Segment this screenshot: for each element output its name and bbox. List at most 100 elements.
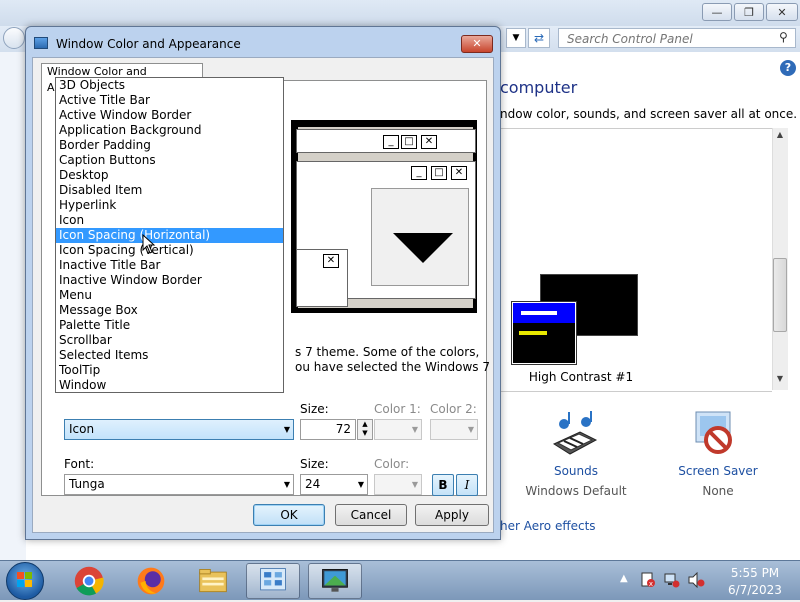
dropdown-item[interactable]: Active Title Bar <box>56 93 283 108</box>
screen-saver-icon[interactable] <box>690 408 742 460</box>
clock-time[interactable]: 5:55 PM <box>720 566 790 580</box>
italic-button[interactable]: I <box>456 474 478 496</box>
dropdown-item[interactable]: Inactive Window Border <box>56 273 283 288</box>
taskbar-explorer[interactable] <box>186 563 240 599</box>
taskbar-firefox[interactable] <box>124 563 178 599</box>
dropdown-item[interactable]: Desktop <box>56 168 283 183</box>
clock-date[interactable]: 6/7/2023 <box>720 583 790 597</box>
start-button[interactable] <box>6 562 44 600</box>
search-box[interactable]: ⚲ <box>558 28 796 48</box>
dropdown-item[interactable]: Active Window Border <box>56 108 283 123</box>
preview-maximize-icon: □ <box>401 135 417 149</box>
cancel-button[interactable]: Cancel <box>335 504 407 526</box>
help-icon[interactable]: ? <box>780 60 796 76</box>
preview-minimize-icon: _ <box>411 166 427 180</box>
taskbar-display-settings[interactable] <box>308 563 362 599</box>
dropdown-item[interactable]: Selected Items <box>56 348 283 363</box>
font-select-value: Tunga <box>69 477 105 491</box>
preview-inactive-window: _ □ ✕ <box>296 129 476 153</box>
dropdown-item[interactable]: Menu <box>56 288 283 303</box>
taskbar-chrome[interactable] <box>62 563 116 599</box>
dropdown-item[interactable]: Inactive Title Bar <box>56 258 283 273</box>
search-input[interactable] <box>565 30 769 48</box>
page-heading: computer <box>500 78 578 97</box>
sounds-link[interactable]: Sounds <box>540 464 612 478</box>
color2-select[interactable]: ▼ <box>430 419 478 440</box>
font-select[interactable]: Tunga ▼ <box>64 474 294 495</box>
back-button[interactable] <box>3 27 25 49</box>
dropdown-item[interactable]: Caption Buttons <box>56 153 283 168</box>
dropdown-item[interactable]: Disabled Item <box>56 183 283 198</box>
font-size-select[interactable]: 24 ▼ <box>300 474 368 495</box>
scroll-down-arrow-icon[interactable]: ▼ <box>772 374 788 388</box>
item-select[interactable]: Icon ▼ <box>64 419 294 440</box>
dialog-title: Window Color and Appearance <box>56 37 241 51</box>
dialog-close-button[interactable]: ✕ <box>461 35 493 53</box>
ok-button[interactable]: OK <box>253 504 325 526</box>
color1-label: Color 1: <box>374 402 421 416</box>
page-description: ndow color, sounds, and screen saver all… <box>500 107 798 121</box>
chevron-down-icon: ▼ <box>283 425 290 434</box>
display-settings-icon <box>322 569 348 592</box>
theme-label[interactable]: High Contrast #1 <box>506 370 656 384</box>
spin-up-icon[interactable]: ▲ <box>358 420 372 429</box>
minimize-button[interactable]: — <box>702 3 732 21</box>
aero-effects-link[interactable]: her Aero effects <box>500 519 596 533</box>
address-dropdown-button[interactable]: ▼ <box>506 28 526 48</box>
tray-expand-arrow-icon[interactable]: ▲ <box>620 573 628 584</box>
appearance-preview: _ □ ✕ _ □ ✕ ✕ <box>291 120 477 313</box>
item-dropdown-list[interactable]: 3D Objects Active Title Bar Active Window … <box>55 77 284 393</box>
sounds-icon[interactable] <box>550 410 600 458</box>
preview-maximize-icon: □ <box>431 166 447 180</box>
apply-button[interactable]: Apply <box>415 504 489 526</box>
preview-down-arrow-icon <box>393 233 453 263</box>
scroll-thumb[interactable] <box>773 258 787 332</box>
taskbar-control-panel[interactable] <box>246 563 300 599</box>
dropdown-item[interactable]: Hyperlink <box>56 198 283 213</box>
chevron-down-icon: ▼ <box>411 425 418 434</box>
font-size-value: 24 <box>305 477 321 491</box>
spin-down-icon[interactable]: ▼ <box>358 429 372 438</box>
dropdown-item[interactable]: 3D Objects <box>56 78 283 93</box>
refresh-icon[interactable]: ⇄ <box>528 28 550 48</box>
chevron-down-icon: ▼ <box>411 480 418 489</box>
dropdown-item[interactable]: Icon <box>56 213 283 228</box>
sounds-value: Windows Default <box>525 484 627 498</box>
dropdown-item[interactable]: Application Background <box>56 123 283 138</box>
taskbar: ▲ x 5:55 PM 6/7/2023 <box>0 560 800 600</box>
dropdown-item[interactable]: Message Box <box>56 303 283 318</box>
volume-muted-icon[interactable] <box>688 572 706 588</box>
dropdown-item[interactable]: Icon Spacing (Horizontal) <box>56 228 283 243</box>
size-input[interactable]: 72 <box>300 419 356 440</box>
dropdown-item[interactable]: Border Padding <box>56 138 283 153</box>
theme-preview-front <box>511 301 577 365</box>
dropdown-item[interactable]: Scrollbar <box>56 333 283 348</box>
font-label: Font: <box>64 457 95 471</box>
dropdown-item[interactable]: Palette Title <box>56 318 283 333</box>
chevron-down-icon: ▼ <box>357 480 364 489</box>
windows-logo-icon <box>17 572 32 587</box>
preview-close-icon: ✕ <box>451 166 467 180</box>
dialog-icon <box>34 37 48 49</box>
preview-message-box: ✕ <box>296 249 348 307</box>
network-icon[interactable] <box>664 572 680 588</box>
item-select-value: Icon <box>69 422 95 436</box>
dropdown-item[interactable]: Window <box>56 378 283 393</box>
dropdown-item[interactable]: Icon Spacing (Vertical) <box>56 243 283 258</box>
info-text: s 7 theme. Some of the colors, ou have s… <box>295 345 495 375</box>
svg-text:x: x <box>649 580 653 588</box>
font-color-select[interactable]: ▼ <box>374 474 422 495</box>
high-contrast-theme-thumbnail[interactable] <box>510 274 640 365</box>
scroll-up-arrow-icon[interactable]: ▲ <box>772 130 788 144</box>
color1-select[interactable]: ▼ <box>374 419 422 440</box>
size-spinner[interactable]: ▲ ▼ <box>357 419 373 440</box>
maximize-button[interactable]: ❐ <box>734 3 764 21</box>
bold-button[interactable]: B <box>432 474 454 496</box>
close-button[interactable]: ✕ <box>766 3 798 21</box>
dropdown-item[interactable]: ToolTip <box>56 363 283 378</box>
search-icon[interactable]: ⚲ <box>779 30 788 44</box>
action-center-icon[interactable]: x <box>640 572 656 588</box>
firefox-icon <box>137 567 165 595</box>
screen-saver-link[interactable]: Screen Saver <box>676 464 760 478</box>
info-line-1: s 7 theme. Some of the colors, <box>295 345 480 359</box>
